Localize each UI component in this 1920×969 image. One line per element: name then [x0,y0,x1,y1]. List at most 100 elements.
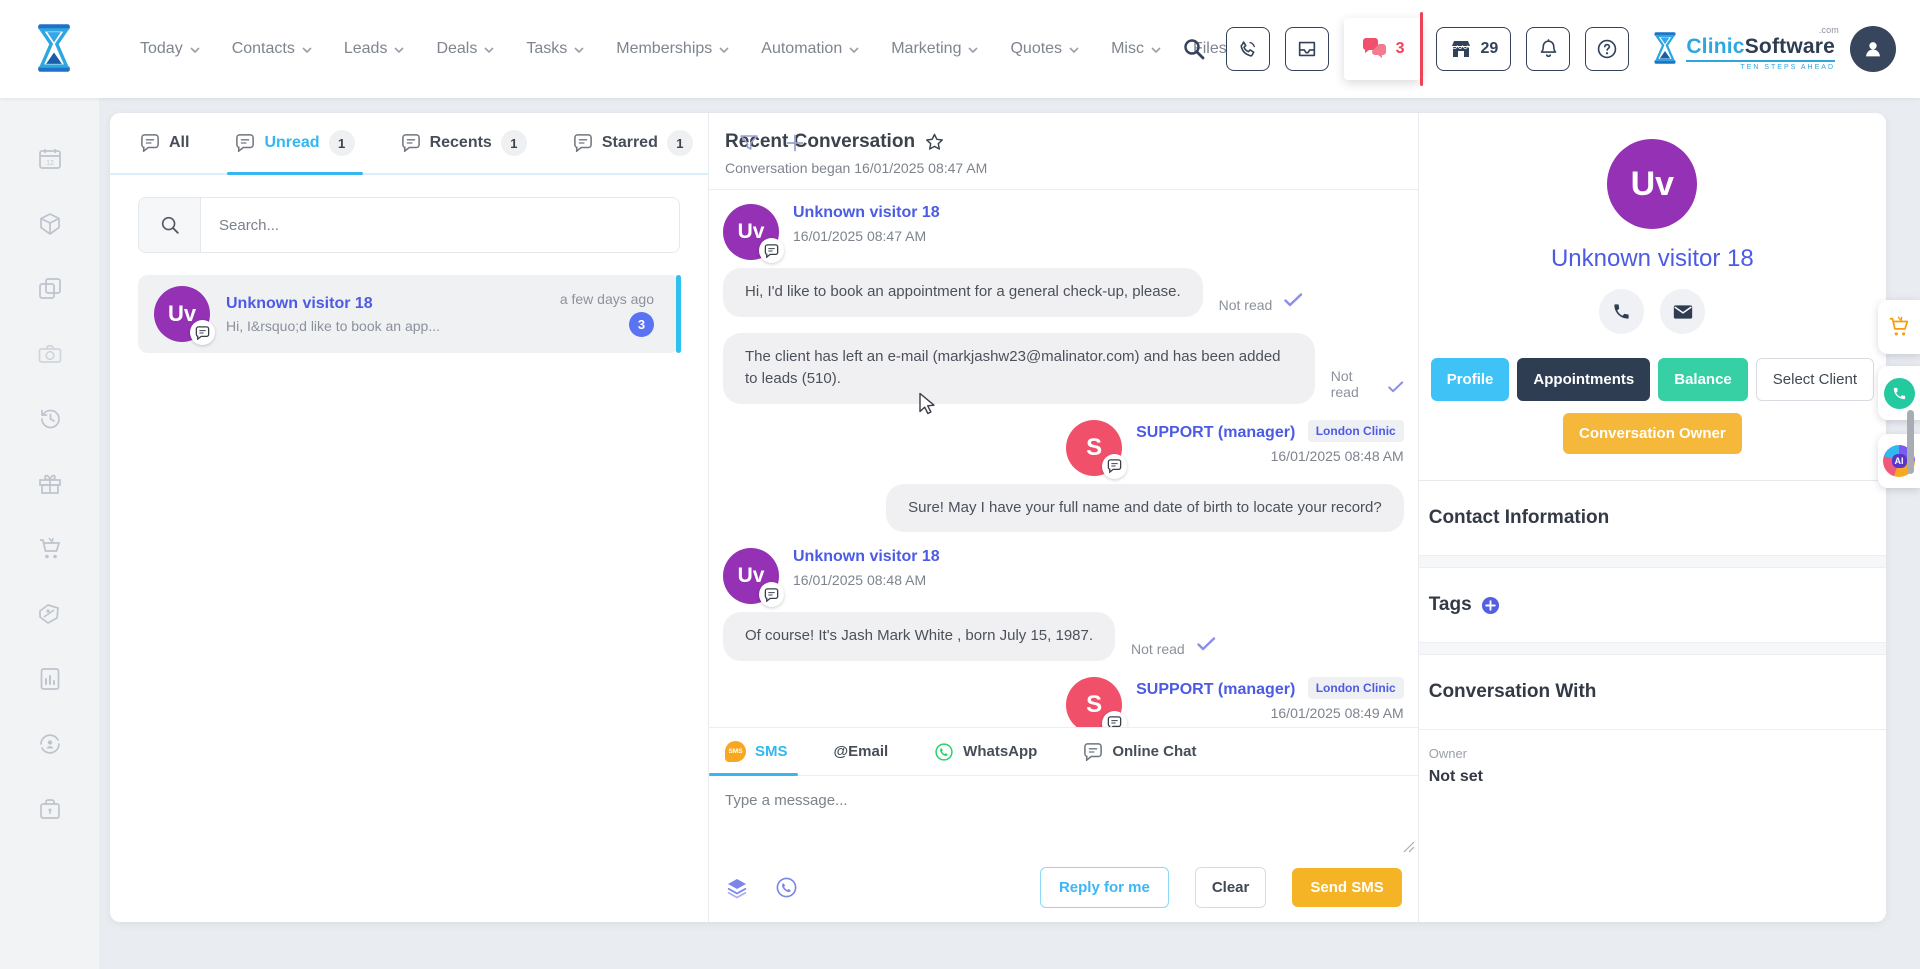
chevron-down-icon [302,47,312,54]
lock-case-icon[interactable] [37,796,63,822]
basket-widget-button[interactable] [1878,300,1920,354]
chevron-down-icon [394,47,404,54]
comment-icon [235,134,255,152]
nav-tasks[interactable]: Tasks [526,40,584,58]
select-client-button[interactable]: Select Client [1756,358,1874,401]
channel-onlinechat[interactable]: Online Chat [1083,728,1196,775]
message-time: 16/01/2025 08:48 AM [793,572,940,588]
star-icon[interactable] [925,133,944,151]
store-button[interactable]: 29 [1436,27,1512,71]
reply-for-me-button[interactable]: Reply for me [1040,867,1169,908]
user-avatar[interactable] [1850,26,1896,72]
nav-today[interactable]: Today [140,40,200,58]
brand-logo[interactable]: ClinicSoftware.com TEN STEPS AHEAD [1650,28,1835,71]
templates-layers-icon[interactable] [725,876,749,900]
chat-active-indicator [1420,12,1423,86]
search-input[interactable] [201,198,679,252]
filter-icon[interactable] [739,133,759,153]
appointments-button[interactable]: Appointments [1517,358,1650,401]
message-sender[interactable]: Unknown visitor 18 [793,548,940,566]
add-conversation-icon[interactable] [785,133,805,153]
nav-misc[interactable]: Misc [1111,40,1161,58]
message-status: Not read [1219,297,1273,313]
check-icon [1197,637,1216,651]
user-sync-icon[interactable] [37,731,63,757]
inbox-button[interactable] [1285,27,1329,71]
thread-name: Unknown visitor 18 [226,295,440,313]
calendar-icon[interactable]: 12 [37,146,63,172]
notifications-bell-button[interactable] [1526,27,1570,71]
history-icon[interactable] [37,406,63,432]
thread-avatar: Uv [154,286,210,342]
nav-contacts[interactable]: Contacts [232,40,312,58]
visitor-avatar: Uv [723,204,779,260]
email-contact-button[interactable] [1660,289,1705,334]
resize-grip-icon[interactable] [1403,841,1415,853]
profile-button[interactable]: Profile [1431,358,1510,401]
message-status: Not read [1131,641,1185,657]
price-tags-icon[interactable] [37,601,63,627]
visitor-avatar: Uv [723,548,779,604]
message-header: S SUPPORT (manager) London Clinic 16/01/… [723,677,1404,728]
conversation-owner-button[interactable]: Conversation Owner [1563,413,1742,454]
thread-list-item[interactable]: Uv Unknown visitor 18 Hi, I&rsquo;d like… [138,275,680,353]
nav-quotes[interactable]: Quotes [1010,40,1079,58]
agent-avatar: S [1066,420,1122,476]
message-sender[interactable]: SUPPORT (manager) [1136,681,1295,698]
cart-icon [1887,315,1911,339]
clear-button[interactable]: Clear [1195,867,1267,908]
package-icon[interactable] [37,211,63,237]
tab-unread[interactable]: Unread 1 [235,113,354,173]
nav-automation[interactable]: Automation [761,40,859,58]
chevron-down-icon [1069,47,1079,54]
channel-whatsapp[interactable]: WhatsApp [934,728,1037,775]
message-sender[interactable]: SUPPORT (manager) [1136,424,1295,441]
tab-recents[interactable]: Recents 1 [401,113,527,173]
app-logo-hourglass-icon[interactable] [31,22,77,74]
chat-panel: Recent Conversation Conversation began 1… [709,113,1419,922]
chat-channel-badge-icon [759,238,784,263]
page-scrollbar[interactable] [1907,410,1914,474]
contact-name[interactable]: Unknown visitor 18 [1551,245,1754,273]
copy-icon[interactable] [37,276,63,302]
nav-leads[interactable]: Leads [344,40,405,58]
check-icon [1388,380,1404,394]
chevron-down-icon [484,47,494,54]
sms-icon: SMS [725,741,746,762]
tab-starred[interactable]: Starred 1 [573,113,693,173]
report-chart-icon[interactable] [37,666,63,692]
message-time: 16/01/2025 08:48 AM [1136,448,1404,464]
channel-tabs: SMS SMS @Email WhatsApp Online Chat [709,728,1418,776]
whatsapp-template-icon[interactable] [775,876,798,899]
gift-icon[interactable] [37,471,63,497]
channel-sms[interactable]: SMS SMS [725,728,788,775]
balance-button[interactable]: Balance [1658,358,1748,401]
camera-icon[interactable] [37,341,63,367]
search-icon[interactable] [1177,32,1211,66]
comment-icon [401,134,421,152]
owner-value: Not set [1429,768,1876,786]
add-tag-icon[interactable] [1481,596,1500,615]
message-sender[interactable]: Unknown visitor 18 [793,204,940,222]
cart-icon[interactable] [37,536,63,562]
help-button[interactable] [1585,27,1629,71]
nav-marketing[interactable]: Marketing [891,40,978,58]
chat-bubbles-icon [1360,37,1388,61]
channel-email[interactable]: @Email [834,728,889,775]
message-bubble: Of course! It's Jash Mark White , born J… [723,612,1115,661]
send-sms-button[interactable]: Send SMS [1292,868,1401,907]
tab-count: 1 [667,130,693,156]
message-input[interactable] [709,776,1418,854]
message-bubble: Sure! May I have your full name and date… [886,484,1404,533]
nav-deals[interactable]: Deals [436,40,494,58]
call-contact-button[interactable] [1599,289,1644,334]
check-icon [1284,293,1303,307]
section-conversation-with: Conversation With [1419,655,1886,730]
phone-calls-button[interactable] [1226,27,1270,71]
composer: SMS SMS @Email WhatsApp Online Chat [709,727,1418,922]
tab-all[interactable]: All [140,113,189,173]
chat-notifications-button[interactable]: 3 [1344,18,1421,80]
nav-memberships[interactable]: Memberships [616,40,729,58]
message-time: 16/01/2025 08:49 AM [1136,705,1404,721]
section-tags: Tags [1419,568,1886,643]
